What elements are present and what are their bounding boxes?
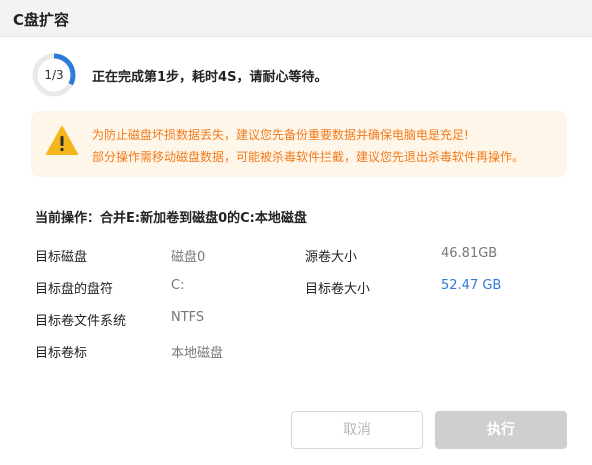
warning-triangle-icon bbox=[46, 126, 78, 155]
source-size-label: 源卷大小 bbox=[305, 250, 358, 265]
window-title: C盘扩容 bbox=[13, 11, 70, 29]
target-volume-label-value: 本地磁盘 bbox=[171, 346, 224, 361]
current-operation: 当前操作：合并E:新加卷到磁盘0的C:本地磁盘 bbox=[35, 211, 307, 226]
warning-line-1: 为防止磁盘坏损数据丢失，建议您先备份重要数据并确保电脑电是充足! bbox=[92, 128, 469, 142]
target-size-label: 目标卷大小 bbox=[305, 282, 371, 297]
title-bar: C盘扩容 bbox=[0, 0, 592, 37]
target-letter-value: C: bbox=[171, 278, 185, 293]
target-fs-label: 目标卷文件系统 bbox=[35, 314, 127, 329]
target-fs-value: NTFS bbox=[171, 310, 205, 325]
disk-expand-dialog: C盘扩容 1/3 正在完成第1步，耗时4S，请耐心等待。 为防止磁盘坏损数据丢失… bbox=[0, 0, 592, 465]
warning-banner: 为防止磁盘坏损数据丢失，建议您先备份重要数据并确保电脑电是充足! 部分操作需移动… bbox=[31, 111, 567, 177]
target-letter-label: 目标盘的盘符 bbox=[35, 282, 114, 297]
status-message: 正在完成第1步，耗时4S，请耐心等待。 bbox=[92, 70, 328, 85]
warning-line-2: 部分操作需移动磁盘数据，可能被杀毒软件拦截，建议您先退出杀毒软件再操作。 bbox=[92, 150, 525, 164]
progress-label: 1/3 bbox=[44, 68, 64, 82]
step-progress-ring: 1/3 bbox=[31, 52, 77, 98]
target-disk-label: 目标磁盘 bbox=[35, 250, 88, 265]
source-size-value: 46.81GB bbox=[441, 246, 498, 261]
execute-button[interactable]: 执行 bbox=[435, 411, 567, 449]
target-size-value: 52.47 GB bbox=[441, 278, 502, 293]
cancel-button[interactable]: 取消 bbox=[291, 411, 423, 449]
target-volume-label-label: 目标卷标 bbox=[35, 346, 88, 361]
target-disk-value: 磁盘0 bbox=[171, 250, 206, 265]
